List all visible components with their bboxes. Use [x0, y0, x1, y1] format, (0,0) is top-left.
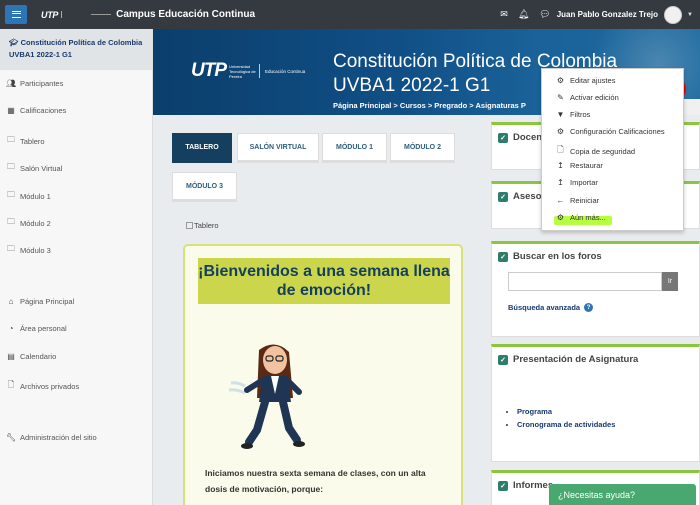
- menu-item-editar-ajustes[interactable]: ⚙ Editar ajustes: [556, 76, 616, 85]
- sidebar-item-calendario[interactable]: ▤ Calendario: [6, 352, 56, 361]
- sidebar-item-modulo-1[interactable]: 🗀 Módulo 1: [6, 189, 51, 203]
- bell-icon[interactable]: 🔔︎: [518, 9, 529, 20]
- hamburger-icon: [11, 11, 21, 18]
- wrench-icon: 🔧︎: [6, 433, 17, 442]
- sidebar-course-title[interactable]: 🎓︎ Constitución Política de Colombia UVB…: [0, 29, 152, 70]
- logo-subtext: [61, 11, 89, 18]
- users-icon: 👥︎: [6, 79, 17, 88]
- breadcrumb[interactable]: Página Principal > Cursos > Pregrado > A…: [333, 101, 526, 110]
- sidebar-item-modulo-2[interactable]: 🗀 Módulo 2: [6, 216, 51, 230]
- check-icon: ✓: [498, 480, 508, 491]
- upload-icon: ↥: [557, 161, 564, 170]
- sidebar-item-pagina-principal[interactable]: ⌂ Página Principal: [6, 297, 75, 306]
- menu-item-aun-mas[interactable]: ⚙ Aún más...: [556, 213, 606, 222]
- check-icon: ✓: [498, 354, 508, 365]
- help-icon[interactable]: ?: [584, 303, 594, 312]
- file-icon: 🗋: [557, 145, 564, 154]
- link-programa[interactable]: Programa: [517, 405, 615, 418]
- presentacion-links: Programa Cronograma de actividades: [512, 405, 615, 431]
- folder-icon: 🗀: [7, 162, 15, 171]
- filter-icon: ▼: [556, 110, 565, 119]
- tab-tablero[interactable]: TABLERO: [172, 133, 232, 163]
- sidebar-item-administracion[interactable]: 🔧︎ Administración del sitio: [6, 433, 97, 442]
- welcome-title: ¡Bienvenidos a una semana llena de emoci…: [198, 258, 450, 304]
- tablero-image: Tablero: [186, 221, 219, 230]
- sidebar-item-calificaciones[interactable]: ▦ Calificaciones: [6, 106, 66, 115]
- menu-item-reiniciar[interactable]: ← Reiniciar: [556, 196, 600, 205]
- tab-modulo-1[interactable]: MÓDULO 1: [322, 133, 387, 163]
- sidebar-item-modulo-3[interactable]: 🗀 Módulo 3: [6, 243, 51, 257]
- menu-item-filtros[interactable]: ▼ Filtros: [556, 110, 591, 119]
- logo-subtext-2: [91, 12, 112, 17]
- banner-logo: UTP Universidad Tecnológica de Pereira E…: [191, 60, 306, 81]
- broken-image-icon: [186, 222, 193, 229]
- logo-text: UTP: [41, 9, 59, 20]
- advanced-search-link[interactable]: Búsqueda avanzada ?: [508, 303, 594, 312]
- folder-icon: 🗀: [7, 135, 15, 144]
- envelope-icon[interactable]: ✉: [500, 9, 508, 20]
- avatar[interactable]: [664, 5, 683, 24]
- sidebar: 🎓︎ Constitución Política de Colombia UVB…: [0, 29, 153, 505]
- arrow-left-icon: ←: [556, 196, 565, 205]
- tab-modulo-3[interactable]: MÓDULO 3: [172, 172, 237, 202]
- block-presentacion: ✓Presentación de Asignatura Programa Cro…: [491, 344, 700, 462]
- file-icon: 🗋: [7, 380, 15, 389]
- gear-icon: ⚙: [556, 213, 565, 222]
- menu-item-importar[interactable]: ↥ Importar: [556, 178, 598, 187]
- sidebar-item-tablero[interactable]: 🗀 Tablero: [6, 134, 45, 148]
- menu-item-restaurar[interactable]: ↥ Restaurar: [556, 161, 603, 170]
- forum-search-input[interactable]: [508, 272, 662, 291]
- calendar-icon: ▤: [7, 352, 15, 361]
- graduation-cap-icon: 🎓︎: [9, 38, 19, 47]
- pencil-icon: ✎: [557, 93, 564, 102]
- welcome-text: Iniciamos nuestra sexta semana de clases…: [205, 468, 426, 494]
- sidebar-item-archivos-privados[interactable]: 🗋 Archivos privados: [6, 379, 79, 393]
- menu-toggle-button[interactable]: [5, 5, 27, 24]
- site-name[interactable]: Campus Educación Continua: [116, 9, 255, 20]
- check-icon: ✓: [498, 132, 508, 143]
- avatar-illustration: [228, 344, 305, 449]
- welcome-card: ¡Bienvenidos a una semana llena de emoci…: [183, 244, 463, 505]
- link-cronograma[interactable]: Cronograma de actividades: [517, 418, 615, 431]
- upload-icon: ↥: [557, 178, 564, 187]
- gear-icon: ⚙: [556, 76, 565, 85]
- dashboard-icon: ◔: [8, 324, 14, 333]
- menu-item-config-calificaciones[interactable]: ⚙ Configuración Calificaciones: [556, 127, 665, 136]
- gear-icon: ⚙: [556, 127, 565, 136]
- table-icon: ▦: [7, 106, 15, 115]
- sidebar-item-salon-virtual[interactable]: 🗀 Salón Virtual: [6, 161, 62, 175]
- forum-search-button[interactable]: Ir: [662, 272, 678, 291]
- site-logo[interactable]: UTP: [41, 9, 112, 20]
- folder-icon: 🗀: [7, 244, 15, 253]
- block-search-forums: ✓ Buscar en los foros Ir Búsqueda avanzad…: [491, 241, 700, 337]
- check-icon: ✓: [498, 191, 508, 202]
- top-navbar: UTP Campus Educación Continua ✉ 🔔︎ 💬︎ Ju…: [0, 0, 700, 29]
- folder-icon: 🗀: [7, 217, 15, 226]
- tab-modulo-2[interactable]: MÓDULO 2: [390, 133, 455, 163]
- chevron-down-icon[interactable]: ▼: [687, 12, 693, 18]
- home-icon: ⌂: [8, 297, 14, 306]
- help-button[interactable]: ¿Necesitas ayuda?: [549, 484, 696, 505]
- menu-item-activar-edicion[interactable]: ✎ Activar edición: [556, 93, 619, 102]
- navbar-right: ✉ 🔔︎ 💬︎ Juan Pablo Gonzalez Trejo ▼: [500, 0, 700, 29]
- course-settings-menu: ⚙ Editar ajustes ✎ Activar edición ▼ Filtro…: [541, 68, 684, 231]
- menu-item-copia-seguridad[interactable]: 🗋 Copia de seguridad: [556, 144, 635, 158]
- sidebar-item-participantes[interactable]: 👥︎ Participantes: [6, 79, 63, 88]
- check-icon: ✓: [498, 251, 508, 262]
- sidebar-item-area-personal[interactable]: ◔ Área personal: [6, 324, 67, 333]
- chat-icon[interactable]: 💬︎: [539, 9, 550, 20]
- folder-icon: 🗀: [7, 190, 15, 199]
- user-name[interactable]: Juan Pablo Gonzalez Trejo: [557, 10, 658, 19]
- tab-salon-virtual[interactable]: SALÓN VIRTUAL: [237, 133, 319, 163]
- banner-button[interactable]: [682, 99, 700, 115]
